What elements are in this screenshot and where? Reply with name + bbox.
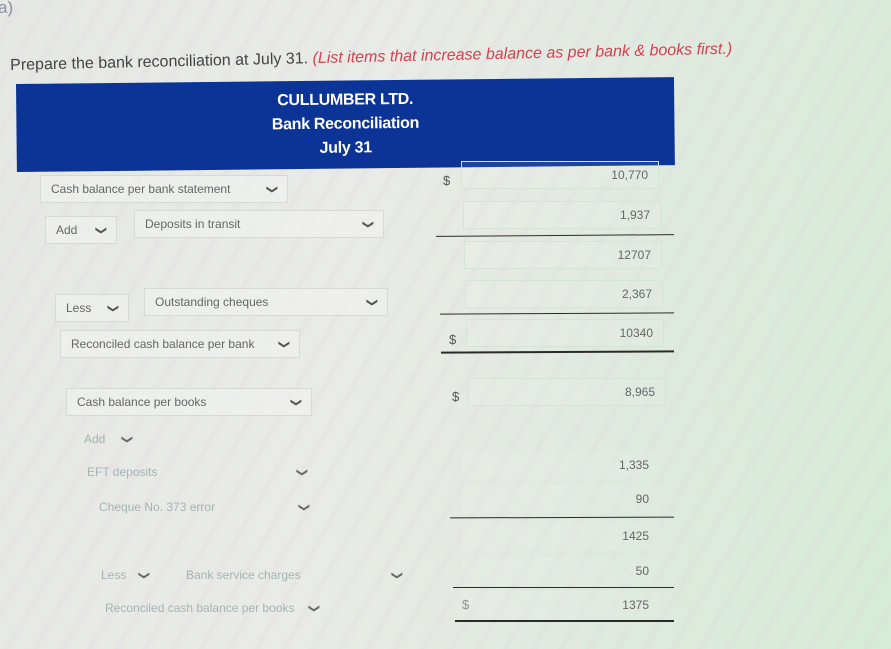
chevron-down-icon: ❯ <box>295 467 308 477</box>
books-subtotal-amount[interactable]: 1425 <box>462 522 660 550</box>
books-add-operator: Add <box>84 432 106 446</box>
bank-less-operator-select[interactable]: Less ❯ <box>55 294 129 322</box>
books-opening-label: Cash balance per books <box>77 395 207 409</box>
bank-less-operator: Less <box>66 301 92 315</box>
books-add-operator-select[interactable]: Add ❯ <box>73 425 143 453</box>
books-less-amount[interactable]: 50 <box>462 557 660 585</box>
chevron-down-icon: ❯ <box>307 603 320 613</box>
books-add-item-2: Cheque No. 373 error <box>99 500 216 514</box>
books-less-item-select[interactable]: Bank service charges ❯ <box>175 561 413 589</box>
bank-less-amount[interactable]: 2,367 <box>465 280 663 308</box>
bank-reconciled-amount[interactable]: 10340 <box>466 319 664 347</box>
bank-reconciled-currency: $ <box>449 332 457 347</box>
bank-opening-amount[interactable]: 10,770 <box>461 161 659 189</box>
books-double-total-rule <box>455 620 674 622</box>
books-opening-amount[interactable]: 8,965 <box>468 378 666 406</box>
books-less-item: Bank service charges <box>186 568 301 582</box>
bank-add-item-select[interactable]: Deposits in transit ❯ <box>134 210 384 238</box>
books-add-item-1: EFT deposits <box>87 465 158 479</box>
books-reconciled-amount[interactable]: 1375 <box>462 591 660 619</box>
bank-add-operator: Add <box>56 223 78 237</box>
bank-add-amount[interactable]: 1,937 <box>463 201 661 229</box>
bank-reconciled-label: Reconciled cash balance per bank <box>71 337 255 351</box>
chevron-down-icon: ❯ <box>365 297 378 307</box>
bank-opening-select[interactable]: Cash balance per bank statement ❯ <box>40 175 288 203</box>
bank-reconciled-select[interactable]: Reconciled cash balance per bank ❯ <box>60 330 300 358</box>
bank-opening-label: Cash balance per bank statement <box>51 182 231 196</box>
books-add-amount-1[interactable]: 1,335 <box>462 451 660 479</box>
books-opening-currency: $ <box>452 389 460 404</box>
chevron-down-icon: ❯ <box>94 225 107 235</box>
bank-less-item: Outstanding cheques <box>155 295 269 309</box>
total-rule <box>439 312 675 315</box>
bank-less-item-select[interactable]: Outstanding cheques ❯ <box>144 288 388 316</box>
chevron-down-icon: ❯ <box>289 397 302 407</box>
bank-add-item: Deposits in transit <box>145 217 241 231</box>
bank-opening-currency: $ <box>443 173 451 188</box>
double-total-rule <box>440 350 675 354</box>
chevron-down-icon: ❯ <box>390 570 403 580</box>
books-reconciled-label: Reconciled cash balance per books <box>105 601 295 615</box>
books-opening-select[interactable]: Cash balance per books ❯ <box>66 388 312 416</box>
books-reconciled-select[interactable]: Reconciled cash balance per books ❯ <box>94 594 330 622</box>
books-less-operator: Less <box>101 568 127 582</box>
chevron-down-icon: ❯ <box>120 434 133 444</box>
subtotal-rule <box>435 234 675 237</box>
chevron-down-icon: ❯ <box>137 570 150 580</box>
instruction-hint: (List items that increase balance as per… <box>312 40 733 68</box>
books-add-item-1-select[interactable]: EFT deposits ❯ <box>76 458 318 486</box>
reconciliation-header: CULLUMBER LTD. Bank Reconciliation July … <box>16 77 675 172</box>
books-subtotal-rule <box>449 516 675 519</box>
chevron-down-icon: ❯ <box>277 339 290 349</box>
books-total-rule <box>453 587 674 588</box>
chevron-down-icon: ❯ <box>265 184 278 194</box>
books-less-operator-select[interactable]: Less ❯ <box>90 561 160 589</box>
bank-add-operator-select[interactable]: Add ❯ <box>45 216 117 244</box>
chevron-down-icon: ❯ <box>297 502 310 512</box>
books-add-item-2-select[interactable]: Cheque No. 373 error ❯ <box>88 493 320 521</box>
instruction: Prepare the bank reconciliation at July … <box>10 41 732 75</box>
books-add-amount-2[interactable]: 90 <box>462 485 660 513</box>
bank-subtotal-amount[interactable]: 12707 <box>464 241 662 269</box>
instruction-text: Prepare the bank reconciliation at July … <box>10 50 309 74</box>
part-label: a) <box>0 0 14 17</box>
chevron-down-icon: ❯ <box>361 219 374 229</box>
chevron-down-icon: ❯ <box>106 303 119 313</box>
